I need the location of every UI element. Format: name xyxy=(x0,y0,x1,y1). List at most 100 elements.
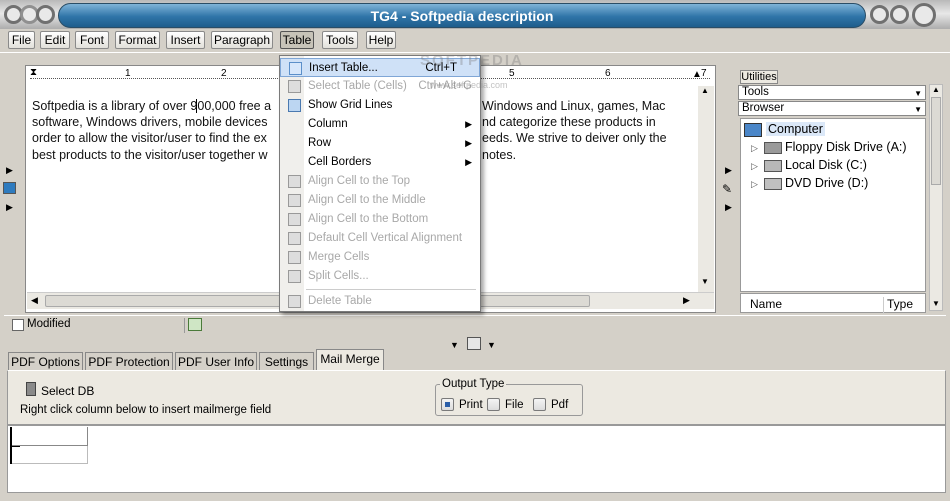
ruler-tick: 6 xyxy=(605,68,611,79)
pdf-checkbox[interactable] xyxy=(533,398,546,411)
panel-vertical-scrollbar[interactable]: ▲ ▼ xyxy=(929,84,943,311)
tree-expand-icon[interactable]: ▷ xyxy=(751,179,758,190)
tab-settings[interactable]: Settings xyxy=(259,352,314,371)
ruler-tick: 2 xyxy=(221,68,227,79)
document-text[interactable]: Softpedia is a library of over 900,000 f… xyxy=(32,98,282,163)
menu-separator xyxy=(306,289,476,290)
select-db-button[interactable]: Select DB xyxy=(41,384,94,398)
menu-item-default-alignment[interactable]: Default Cell Vertical Alignment xyxy=(280,229,480,248)
computer-icon xyxy=(744,123,762,137)
menu-help[interactable]: Help xyxy=(366,31,396,49)
menu-paragraph[interactable]: Paragraph xyxy=(211,31,273,49)
text-line: best products to the visitor/user togeth… xyxy=(32,147,268,162)
menu-item-label: Delete Table xyxy=(308,295,372,307)
menu-tools[interactable]: Tools xyxy=(322,31,358,49)
menu-item-align-top[interactable]: Align Cell to the Top xyxy=(280,172,480,191)
menu-format[interactable]: Format xyxy=(115,31,160,49)
menu-item-row[interactable]: Row ▶ xyxy=(280,134,480,153)
expand-arrow-icon[interactable]: ▶ xyxy=(6,202,13,213)
editor-vertical-scrollbar[interactable]: ▲ ▼ xyxy=(698,86,714,292)
menu-item-label: Split Cells... xyxy=(308,270,369,282)
menu-item-merge-cells[interactable]: Merge Cells xyxy=(280,248,480,267)
menu-item-align-bottom[interactable]: Align Cell to the Bottom xyxy=(280,210,480,229)
tab-mail-merge[interactable]: Mail Merge xyxy=(316,349,384,371)
ruler-tick: 1 xyxy=(125,68,131,79)
right-indent-marker-icon[interactable]: ▲ xyxy=(692,69,702,80)
submenu-arrow-icon: ▶ xyxy=(465,138,472,148)
status-icon[interactable] xyxy=(188,318,202,331)
file-label: File xyxy=(505,399,524,411)
print-label: Print xyxy=(459,399,483,411)
dropdown-arrow-icon[interactable]: ▼ xyxy=(487,340,496,350)
menu-item-show-grid-lines[interactable]: Show Grid Lines xyxy=(280,96,480,115)
menu-item-align-middle[interactable]: Align Cell to the Middle xyxy=(280,191,480,210)
tree-item-computer[interactable]: Computer xyxy=(766,122,825,136)
left-indent-marker-icon[interactable]: ⧗ xyxy=(30,67,37,78)
scroll-left-icon[interactable]: ◀ xyxy=(31,295,38,306)
mailmerge-grid[interactable] xyxy=(7,425,946,493)
tree-item-dvd[interactable]: DVD Drive (D:) xyxy=(785,176,868,190)
menu-item-cell-borders[interactable]: Cell Borders ▶ xyxy=(280,153,480,172)
image-icon[interactable] xyxy=(3,182,16,194)
maximize-icon[interactable] xyxy=(890,5,909,24)
expand-arrow-icon[interactable]: ▶ xyxy=(725,165,732,176)
column-type[interactable]: Type xyxy=(887,297,913,311)
menu-item-label: Cell Borders xyxy=(308,156,372,168)
menu-item-label: Default Cell Vertical Alignment xyxy=(308,232,463,244)
text-line: eeds. We strive to deiver only the xyxy=(482,131,667,146)
database-icon[interactable] xyxy=(26,382,36,396)
utilities-tab[interactable]: Utilities xyxy=(740,70,778,84)
menu-item-label: Select Table (Cells) xyxy=(308,80,407,92)
align-top-icon xyxy=(288,175,301,188)
watermark-url: www.softpedia.com xyxy=(430,80,508,90)
tab-pdf-options[interactable]: PDF Options xyxy=(8,352,83,371)
wand-icon[interactable]: ✎ xyxy=(722,182,732,196)
document-text-continued[interactable]: Windows and Linux, games, Mac nd categor… xyxy=(482,98,692,163)
file-checkbox[interactable] xyxy=(487,398,500,411)
tools-combo[interactable]: Tools ▼ xyxy=(738,85,926,100)
menu-item-label: Row xyxy=(308,137,332,149)
tab-pdf-user-info[interactable]: PDF User Info xyxy=(175,352,257,371)
merge-cells-icon xyxy=(288,251,301,264)
panel-toggle-icon[interactable] xyxy=(467,337,481,350)
menu-edit[interactable]: Edit xyxy=(40,31,70,49)
watermark: SOFTPEDIA xyxy=(420,52,524,69)
table-menu-dropdown: Insert Table... Ctrl+T Select Table (Cell… xyxy=(279,55,481,312)
ruler-tick: 5 xyxy=(509,68,515,79)
grid-cell[interactable] xyxy=(10,427,88,446)
tree-item-local-disk[interactable]: Local Disk (C:) xyxy=(785,158,867,172)
menu-file[interactable]: File xyxy=(8,31,35,49)
expand-arrow-icon[interactable]: ▶ xyxy=(725,202,732,213)
minimize-icon[interactable] xyxy=(870,5,889,24)
menu-item-label: Insert Table... xyxy=(309,62,378,74)
menu-item-split-cells[interactable]: Split Cells... xyxy=(280,267,480,286)
document-icon xyxy=(12,319,24,331)
column-name[interactable]: Name xyxy=(741,297,884,314)
expand-arrow-icon[interactable]: ▶ xyxy=(6,165,13,176)
window-title: TG4 - Softpedia description xyxy=(58,3,866,28)
menu-table[interactable]: Table xyxy=(280,31,314,49)
delete-table-icon xyxy=(288,295,301,308)
menu-item-delete-table[interactable]: Delete Table xyxy=(280,292,480,311)
tab-pdf-protection[interactable]: PDF Protection xyxy=(85,352,173,371)
insert-table-icon xyxy=(289,62,302,75)
print-checkbox[interactable] xyxy=(441,398,454,411)
menu-item-label: Show Grid Lines xyxy=(308,99,393,111)
text-line: Windows and Linux, games, Mac xyxy=(482,99,666,113)
local-disk-icon xyxy=(764,160,782,172)
menu-insert[interactable]: Insert xyxy=(166,31,205,49)
tree-expand-icon[interactable]: ▷ xyxy=(751,161,758,172)
text-cursor xyxy=(196,99,197,113)
tree-item-floppy[interactable]: Floppy Disk Drive (A:) xyxy=(785,140,907,154)
scroll-right-icon[interactable]: ▶ xyxy=(683,295,690,306)
tree-expand-icon[interactable]: ▷ xyxy=(751,143,758,154)
scroll-thumb[interactable] xyxy=(931,97,941,185)
grid-cell[interactable] xyxy=(10,446,88,464)
close-icon[interactable] xyxy=(912,3,936,27)
browser-combo[interactable]: Browser ▼ xyxy=(738,101,926,116)
menu-font[interactable]: Font xyxy=(75,31,109,49)
window-ring-icon[interactable] xyxy=(36,5,55,24)
align-middle-icon xyxy=(288,194,301,207)
menu-item-column[interactable]: Column ▶ xyxy=(280,115,480,134)
collapse-arrow-icon[interactable]: ▼ xyxy=(450,340,459,350)
